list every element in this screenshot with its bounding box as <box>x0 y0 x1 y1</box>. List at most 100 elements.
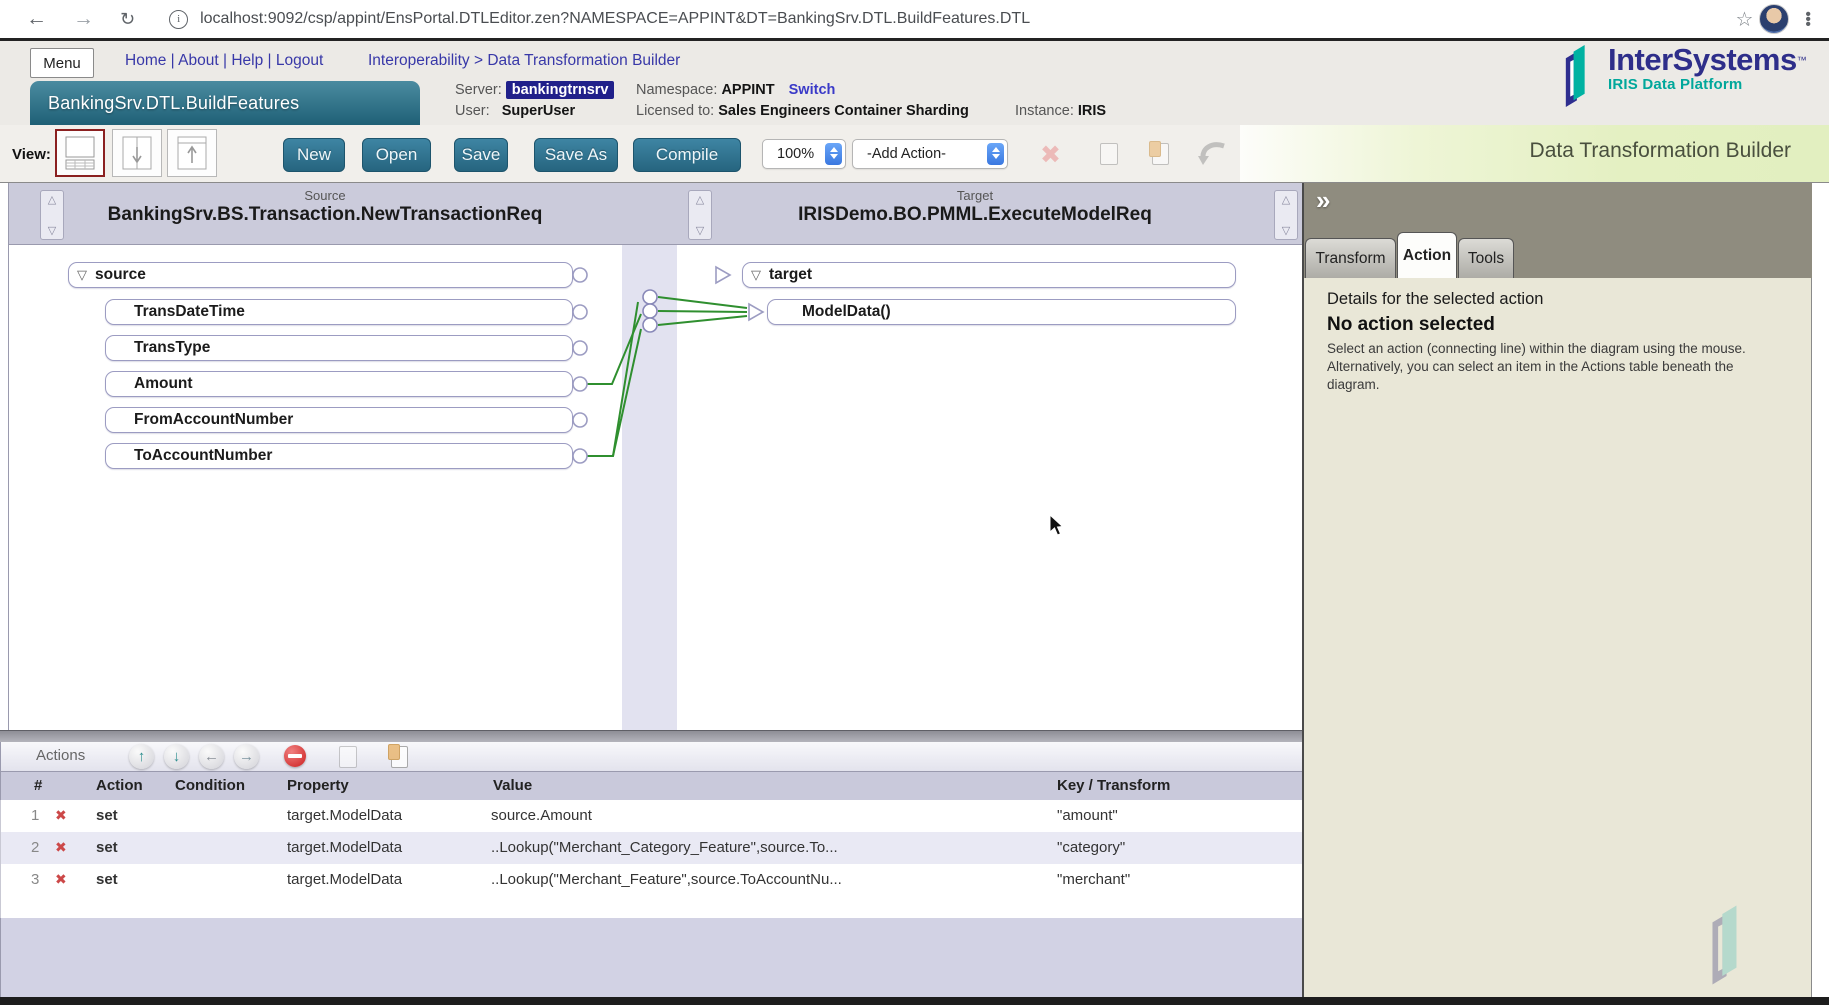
user-value: SuperUser <box>501 103 576 119</box>
switch-link[interactable]: Switch <box>789 82 836 98</box>
target-scroll-spinner[interactable]: △ ▽ <box>1274 190 1298 240</box>
row-delete-icon[interactable]: ✖ <box>55 871 67 888</box>
field-label: TransType <box>134 339 211 356</box>
row-number: 1 <box>31 807 40 824</box>
server-label: Server: <box>455 82 502 98</box>
table-filler <box>0 896 1302 918</box>
undo-icon[interactable] <box>1198 142 1228 166</box>
row-key: "merchant" <box>1057 871 1131 888</box>
breadcrumb-interoperability[interactable]: Interoperability <box>368 52 470 69</box>
namespace-value: APPINT <box>721 82 775 98</box>
nav-link-logout[interactable]: Logout <box>276 52 323 69</box>
server-info: Server: bankingtrnsrv Namespace: APPINT … <box>455 81 1107 119</box>
row-action: set <box>96 871 118 888</box>
actions-divider[interactable] <box>0 730 1302 742</box>
field-label: Amount <box>134 375 193 392</box>
remove-action-icon[interactable] <box>284 745 306 767</box>
breadcrumb-page[interactable]: Data Transformation Builder <box>487 52 680 69</box>
zoom-stepper-icon[interactable] <box>825 143 842 165</box>
row-action: set <box>96 839 118 856</box>
new-button[interactable]: New <box>283 138 345 172</box>
view-horizontal-button[interactable] <box>167 129 217 177</box>
instance-value: IRIS <box>1077 103 1107 119</box>
source-field-amount[interactable]: Amount <box>105 371 573 397</box>
target-field-modeldata[interactable]: ModelData() <box>767 299 1236 325</box>
row-property: target.ModelData <box>287 839 403 856</box>
diagram-middle-strip <box>622 245 677 730</box>
tab-label: Action <box>1402 246 1452 264</box>
source-field-transtype[interactable]: TransType <box>105 335 573 361</box>
view-diagram-table-button[interactable] <box>55 129 105 177</box>
row-delete-icon[interactable]: ✖ <box>55 839 67 856</box>
panel-content: Details for the selected action No actio… <box>1304 278 1812 1005</box>
expander-icon[interactable]: ▽ <box>751 267 761 283</box>
browser-menu-icon[interactable]: • • • <box>1805 6 1811 32</box>
nav-link-help[interactable]: Help <box>231 52 263 69</box>
star-icon[interactable]: ☆ <box>1735 7 1753 32</box>
table-row[interactable]: 2 ✖ set target.ModelData ..Lookup("Merch… <box>0 832 1302 864</box>
target-root-label: target <box>769 266 813 283</box>
save-as-button[interactable]: Save As <box>534 138 618 172</box>
tab-tools[interactable]: Tools <box>1458 238 1514 278</box>
move-left-icon[interactable]: ← <box>199 744 224 769</box>
nav-link-about[interactable]: About <box>178 52 219 69</box>
profile-avatar[interactable] <box>1759 4 1790 34</box>
middle-scroll-spinner[interactable]: △ ▽ <box>688 190 712 240</box>
nav-link-home[interactable]: Home <box>125 52 166 69</box>
source-field-fromaccountnumber[interactable]: FromAccountNumber <box>105 407 573 433</box>
table-row[interactable]: 3 ✖ set target.ModelData ..Lookup("Merch… <box>0 864 1302 896</box>
source-field-toaccountnumber[interactable]: ToAccountNumber <box>105 443 573 469</box>
source-field-transdatetime[interactable]: TransDateTime <box>105 299 573 325</box>
add-action-stepper-icon[interactable] <box>987 143 1004 165</box>
open-button[interactable]: Open <box>362 138 431 172</box>
forward-icon[interactable]: → <box>73 7 94 31</box>
move-down-icon[interactable]: ↓ <box>164 744 189 769</box>
col-action: Action <box>96 777 143 794</box>
target-root-node[interactable]: ▽ target <box>742 262 1236 288</box>
collapse-panel-icon[interactable]: » <box>1316 185 1330 216</box>
brand-subtitle: IRIS Data Platform <box>1608 76 1743 93</box>
expander-icon[interactable]: ▽ <box>77 267 87 283</box>
source-scroll-spinner[interactable]: △ ▽ <box>40 190 64 240</box>
document-tab[interactable]: BankingSrv.DTL.BuildFeatures <box>30 81 420 125</box>
address-bar[interactable]: localhost:9092/csp/appint/EnsPortal.DTLE… <box>200 10 1030 28</box>
tab-action[interactable]: Action <box>1397 232 1457 278</box>
row-key: "amount" <box>1057 807 1118 824</box>
move-up-icon[interactable]: ↑ <box>129 744 154 769</box>
menu-button[interactable]: Menu <box>30 48 94 78</box>
row-delete-icon[interactable]: ✖ <box>55 807 67 824</box>
details-title: Details for the selected action <box>1327 290 1544 308</box>
source-root-node[interactable]: ▽ source <box>68 262 573 288</box>
col-property: Property <box>287 777 349 794</box>
actions-table-header: # Action Condition Property Value Key / … <box>0 772 1302 800</box>
reload-icon[interactable]: ↻ <box>120 9 135 30</box>
view-diagram-table-icon <box>65 136 95 170</box>
compile-button[interactable]: Compile <box>633 138 741 172</box>
move-right-icon[interactable]: → <box>234 744 259 769</box>
copy-icon[interactable] <box>1100 143 1118 165</box>
delete-icon[interactable]: ✖ <box>1040 140 1061 170</box>
save-button[interactable]: Save <box>454 138 508 172</box>
row-key: "category" <box>1057 839 1126 856</box>
user-label: User: <box>455 103 490 119</box>
nav-separator: | <box>267 52 272 69</box>
licensed-value: Sales Engineers Container Sharding <box>718 103 969 119</box>
zoom-select[interactable]: 100% <box>762 139 846 169</box>
table-row[interactable]: 1 ✖ set target.ModelData source.Amount "… <box>0 800 1302 832</box>
source-root-label: source <box>95 266 146 283</box>
tab-label: Transform <box>1315 249 1386 267</box>
paste-icon[interactable] <box>1149 141 1169 165</box>
view-vertical-button[interactable] <box>112 129 162 177</box>
watermark-logo-icon <box>1712 905 1737 985</box>
add-action-value: -Add Action- <box>867 146 946 162</box>
add-action-select[interactable]: -Add Action- <box>852 139 1008 169</box>
row-action: set <box>96 807 118 824</box>
tab-transform[interactable]: Transform <box>1305 238 1396 278</box>
copy-action-icon[interactable] <box>339 746 357 768</box>
row-value: source.Amount <box>491 807 592 824</box>
actions-toolbar: Actions ↑ ↓ ← → <box>0 742 1302 772</box>
info-icon[interactable]: i <box>169 9 189 29</box>
row-property: target.ModelData <box>287 871 403 888</box>
back-icon[interactable]: ← <box>26 7 47 31</box>
paste-action-icon[interactable] <box>388 744 408 768</box>
